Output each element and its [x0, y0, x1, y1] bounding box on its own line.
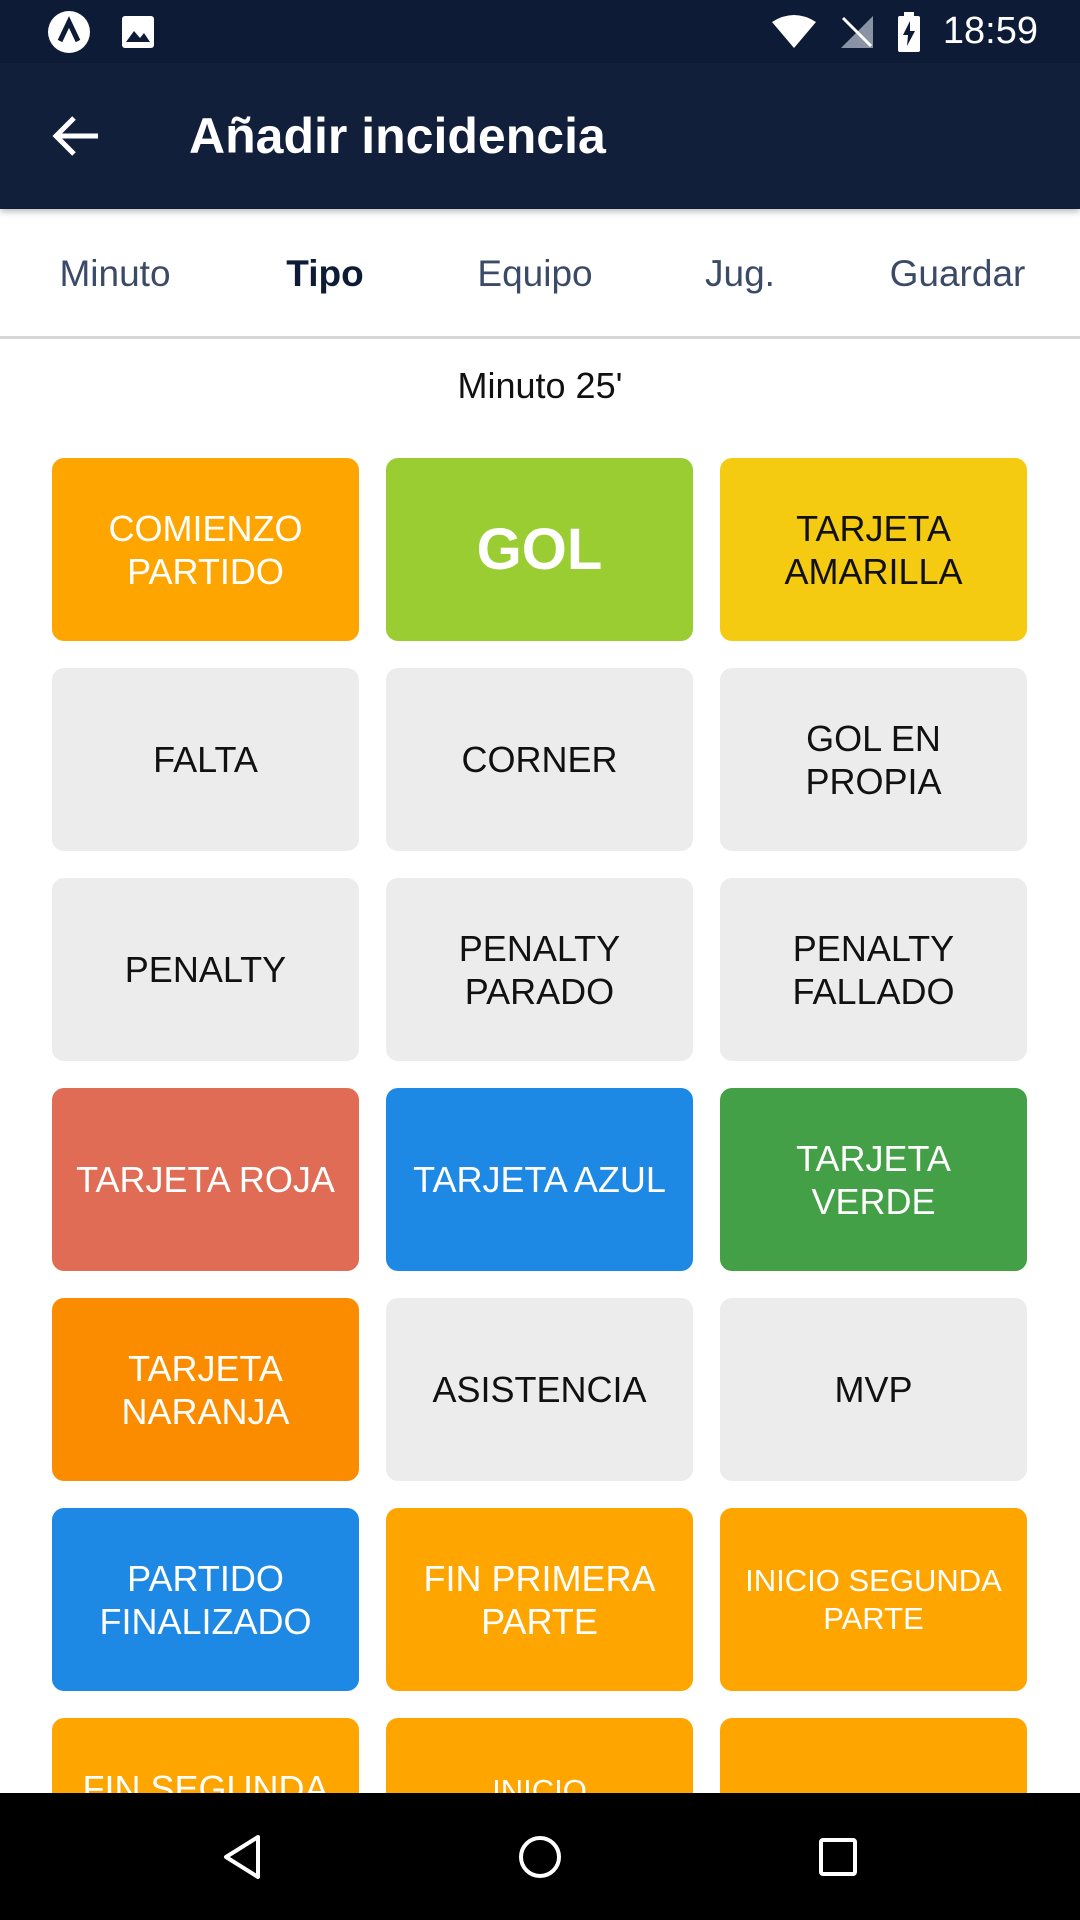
event-button-penalty-parado[interactable]: PENALTY PARADO: [386, 878, 693, 1061]
arrow-back-icon: [52, 116, 98, 156]
tab-jugador[interactable]: Jug.: [665, 209, 815, 339]
page-title: Añadir incidencia: [189, 108, 606, 164]
event-button-comienzo-partido[interactable]: COMIENZO PARTIDO: [52, 458, 359, 641]
event-button-partido-finalizado[interactable]: PARTIDO FINALIZADO: [52, 1508, 359, 1691]
back-button[interactable]: [40, 100, 112, 172]
event-button-fin-segunda-parte[interactable]: FIN SEGUNDA PARTE: [52, 1718, 359, 1793]
event-button-tarjeta-naranja[interactable]: TARJETA NARANJA: [52, 1298, 359, 1481]
image-notification-icon: [120, 14, 156, 50]
tab-minuto[interactable]: Minuto: [40, 209, 190, 339]
event-button-gol[interactable]: GOL: [386, 458, 693, 641]
event-button-fin-primera-parte[interactable]: FIN PRIMERA PARTE: [386, 1508, 693, 1691]
tab-guardar[interactable]: Guardar: [875, 209, 1040, 339]
step-tabs: Minuto Tipo Equipo Jug. Guardar: [0, 209, 1080, 339]
nav-home-button[interactable]: [500, 1819, 580, 1895]
status-bar: 18:59: [0, 0, 1080, 63]
event-type-grid: COMIENZO PARTIDO GOL TARJETA AMARILLA FALTA…: [0, 340, 1080, 1793]
event-button-inicio-prorroga[interactable]: INICIO PRÓRROGA: [386, 1718, 693, 1793]
event-button-penalty-fallado[interactable]: PENALTY FALLADO: [720, 878, 1027, 1061]
event-button-tarjeta-roja[interactable]: TARJETA ROJA: [52, 1088, 359, 1271]
event-button-inicio-segunda-parte[interactable]: INICIO SEGUNDA PARTE: [720, 1508, 1027, 1691]
event-button-falta[interactable]: FALTA: [52, 668, 359, 851]
battery-charging-icon: [897, 11, 921, 52]
event-button-tarjeta-amarilla[interactable]: TARJETA AMARILLA: [720, 458, 1027, 641]
app-bar: Añadir incidencia: [0, 63, 1080, 209]
app-notification-icon: [46, 9, 92, 55]
navigation-bar: [0, 1793, 1080, 1920]
nav-recents-button[interactable]: [798, 1819, 878, 1895]
recents-square-icon: [819, 1838, 857, 1876]
event-button-asistencia[interactable]: ASISTENCIA: [386, 1298, 693, 1481]
home-circle-icon: [519, 1836, 561, 1878]
event-button-tarjeta-azul[interactable]: TARJETA AZUL: [386, 1088, 693, 1271]
event-button-gol-en-propia[interactable]: GOL EN PROPIA: [720, 668, 1027, 851]
status-time: 18:59: [942, 10, 1038, 52]
event-button-corner[interactable]: CORNER: [386, 668, 693, 851]
no-signal-icon: [839, 14, 875, 50]
event-button-penalty[interactable]: PENALTY: [52, 878, 359, 1061]
event-button-tarjeta-verde[interactable]: TARJETA VERDE: [720, 1088, 1027, 1271]
back-triangle-icon: [224, 1835, 260, 1879]
wifi-icon: [771, 14, 817, 50]
tab-equipo[interactable]: Equipo: [455, 209, 615, 339]
event-button-fin-prorroga[interactable]: FIN PRÓRROGA: [720, 1718, 1027, 1793]
tab-tipo[interactable]: Tipo: [250, 209, 400, 339]
nav-back-button[interactable]: [202, 1819, 282, 1895]
event-button-mvp[interactable]: MVP: [720, 1298, 1027, 1481]
